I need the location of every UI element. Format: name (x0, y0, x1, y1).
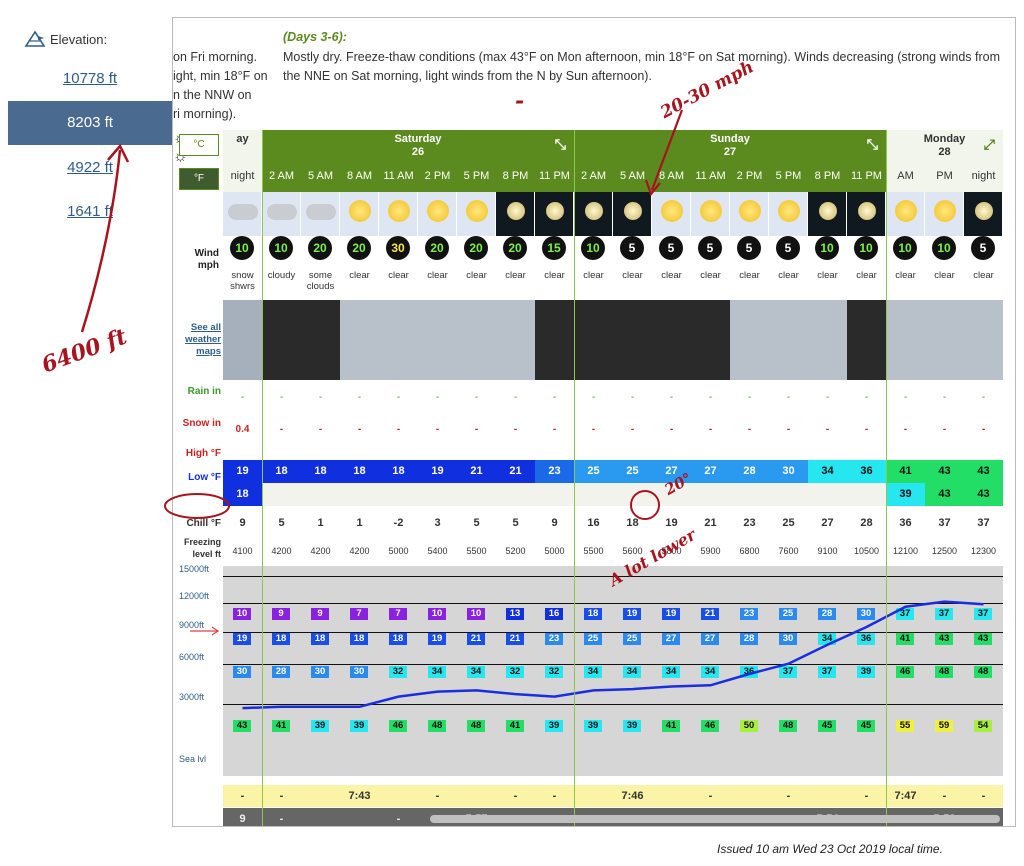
annotation-ink (80, 109, 684, 636)
